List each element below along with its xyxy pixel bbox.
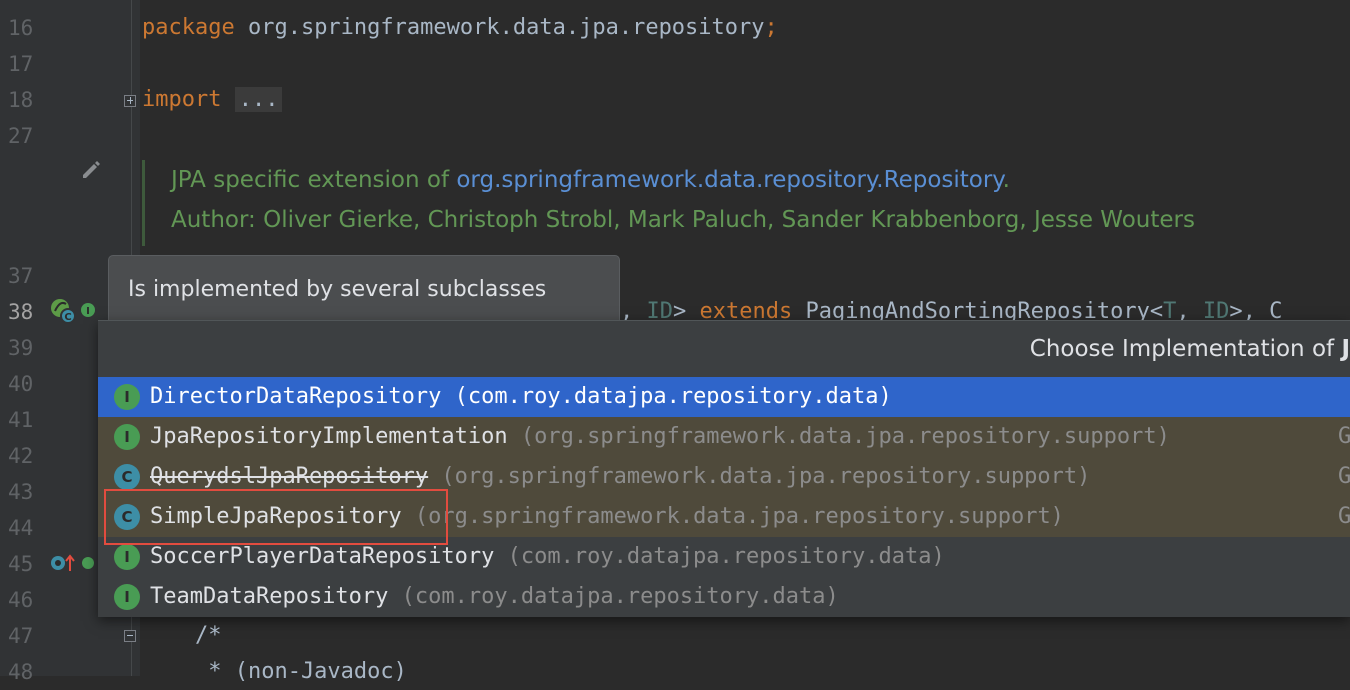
line-number: 41: [8, 408, 34, 432]
highlight-box: [104, 489, 448, 545]
javadoc-text: JPA specific extension of: [171, 167, 457, 193]
line-number: 46: [8, 588, 34, 612]
item-package: (org.springframework.data.jpa.repository…: [428, 464, 1091, 489]
code-line-comment[interactable]: * (non-Javadoc): [142, 654, 407, 690]
fold-collapse-icon[interactable]: [124, 630, 136, 642]
implementation-item[interactable]: I TeamDataRepository (com.roy.datajpa.re…: [98, 577, 1350, 617]
line-number: 43: [8, 480, 34, 504]
svg-text:C: C: [64, 312, 71, 323]
overrides-up-icon[interactable]: [50, 553, 94, 573]
line-number: 16: [8, 16, 34, 40]
semicolon: ;: [764, 15, 778, 40]
item-library-label: G: [1338, 424, 1350, 449]
line-number: 42: [8, 444, 34, 468]
popup-title-text: Choose Implementation of: [1029, 336, 1342, 362]
rendered-javadoc: JPA specific extension of org.springfram…: [142, 160, 1342, 246]
interface-icon: I: [114, 424, 140, 450]
line-number: 40: [8, 372, 34, 396]
implemented-by-icon[interactable]: I: [80, 301, 98, 319]
line-number: 17: [8, 52, 34, 76]
spring-bean-icon[interactable]: C: [48, 296, 78, 326]
item-library-label: G: [1338, 504, 1350, 529]
keyword-import: import: [142, 87, 222, 112]
pencil-icon[interactable]: [80, 158, 102, 180]
svg-text:I: I: [86, 306, 90, 317]
item-library-label: G: [1338, 464, 1350, 489]
fold-expand-icon[interactable]: [124, 95, 136, 107]
item-name: SoccerPlayerDataRepository: [150, 544, 495, 569]
javadoc-period: .: [1002, 167, 1010, 193]
line-number: 18: [8, 88, 34, 112]
code-line-package[interactable]: package org.springframework.data.jpa.rep…: [142, 10, 778, 46]
code-line-import[interactable]: import ...: [142, 82, 283, 118]
line-number: 45: [8, 552, 34, 576]
line-number: 37: [8, 264, 34, 288]
keyword-package: package: [142, 15, 235, 40]
line-number: 44: [8, 516, 34, 540]
line-number: 39: [8, 336, 34, 360]
javadoc-link[interactable]: org.springframework.data.repository.Repo…: [456, 167, 1002, 193]
implementation-item[interactable]: I JpaRepositoryImplementation (org.sprin…: [98, 417, 1350, 457]
item-name: TeamDataRepository: [150, 584, 389, 609]
class-icon: C: [114, 464, 140, 490]
line-number-current: 38: [8, 300, 34, 324]
item-name: JpaRepositoryImplementation: [150, 424, 508, 449]
code-line-comment-start[interactable]: /*: [142, 618, 222, 654]
item-package: (org.springframework.data.jpa.repository…: [401, 504, 1064, 529]
line-number: 27: [8, 124, 34, 148]
item-package: (org.springframework.data.jpa.repository…: [507, 424, 1170, 449]
interface-icon: I: [114, 544, 140, 570]
item-name-deprecated: QuerydslJpaRepository: [150, 464, 429, 489]
line-number: 48: [8, 660, 34, 684]
implementation-item[interactable]: I DirectorDataRepository (com.roy.datajp…: [98, 377, 1350, 417]
choose-implementation-popup[interactable]: Choose Implementation of J I DirectorDat…: [98, 320, 1350, 617]
line-number: 47: [8, 624, 34, 648]
item-package: (com.roy.datajpa.repository.data): [494, 544, 945, 569]
package-name: org.springframework.data.jpa.repository: [234, 15, 765, 40]
item-package: (com.roy.datajpa.repository.data): [441, 384, 892, 409]
javadoc-description: JPA specific extension of org.springfram…: [171, 160, 1342, 200]
folded-imports[interactable]: ...: [234, 87, 283, 112]
popup-title-bold: J: [1341, 336, 1350, 362]
popup-title: Choose Implementation of J: [1030, 321, 1350, 377]
gutter-tooltip: Is implemented by several subclasses: [108, 255, 620, 325]
item-name: DirectorDataRepository: [150, 384, 442, 409]
javadoc-authors: Author: Oliver Gierke, Christoph Strobl,…: [171, 207, 1195, 233]
interface-icon: I: [114, 384, 140, 410]
interface-icon: I: [114, 584, 140, 610]
item-package: (com.roy.datajpa.repository.data): [388, 584, 839, 609]
